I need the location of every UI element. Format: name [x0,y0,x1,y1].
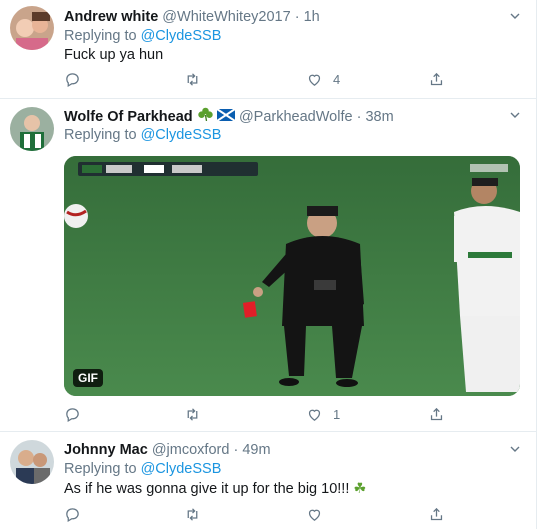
replying-to: Replying to @ClydeSSB [64,27,221,45]
shamrock-emoji: ☘ [353,481,367,497]
tweet-text: As if he was gonna give it up for the bi… [64,481,350,497]
display-name[interactable]: Johnny Mac [64,442,148,458]
share-button[interactable] [428,69,445,89]
timestamp[interactable]: 49m [242,442,270,458]
retweet-icon [187,507,198,521]
share-icon [430,407,443,420]
chevron-down-icon[interactable] [509,10,521,22]
retweet-button[interactable] [184,69,201,89]
reply-icon [66,407,79,422]
flag-emojis [197,107,239,124]
gif-badge: GIF [73,369,103,387]
tweet-actions: 4 [64,69,464,89]
tweet-header: Andrew white @WhiteWhitey2017 · 1h [64,8,320,26]
like-button[interactable] [306,504,323,524]
mention-link[interactable]: @ClydeSSB [141,461,222,477]
share-button[interactable] [428,404,445,424]
avatar[interactable] [10,6,54,50]
retweet-icon [187,72,198,86]
replying-to: Replying to @ClydeSSB [64,460,221,478]
separator-dot: · [233,442,239,458]
tweet-actions [64,504,464,524]
like-icon [308,409,321,421]
tweet-text-line: As if he was gonna give it up for the bi… [64,480,366,498]
share-icon [430,507,443,520]
chevron-down-icon[interactable] [509,443,521,455]
tweet-3[interactable]: Johnny Mac @jmcoxford · 49m Replying to … [0,432,536,529]
like-button[interactable]: 4 [306,69,340,89]
shamrock-icon [197,107,213,122]
share-button[interactable] [428,504,445,524]
replying-to: Replying to @ClydeSSB [64,126,221,144]
like-count: 4 [333,71,341,87]
tweet-header: Johnny Mac @jmcoxford · 49m [64,441,271,459]
tweet-actions: 1 [64,404,464,424]
scotland-flag-icon [216,108,236,122]
mention-link[interactable]: @ClydeSSB [141,127,222,143]
like-icon [308,74,321,86]
display-name[interactable]: Andrew white [64,9,158,25]
mention-link[interactable]: @ClydeSSB [141,28,222,44]
share-icon [430,72,443,85]
replying-prefix: Replying to [64,461,141,477]
replying-prefix: Replying to [64,28,141,44]
timestamp[interactable]: 1h [304,9,320,25]
gif-media[interactable]: GIF [64,156,520,396]
avatar[interactable] [10,107,54,151]
display-name[interactable]: Wolfe Of Parkhead [64,109,193,125]
user-handle[interactable]: @jmcoxford [152,442,230,458]
reply-button[interactable] [64,404,81,424]
avatar[interactable] [10,440,54,484]
retweet-icon [187,407,198,421]
reply-button[interactable] [64,504,81,524]
reply-icon [66,72,79,87]
tweet-1[interactable]: Andrew white @WhiteWhitey2017 · 1h Reply… [0,0,536,99]
user-handle[interactable]: @WhiteWhitey2017 [162,9,290,25]
referee-red-card-image [64,156,520,396]
reply-icon [66,507,79,522]
separator-dot: · [294,9,300,25]
like-icon [308,509,321,521]
separator-dot: · [356,109,362,125]
tweet-text: Fuck up ya hun [64,47,164,63]
replying-prefix: Replying to [64,127,141,143]
timestamp[interactable]: 38m [365,109,393,125]
user-handle[interactable]: @ParkheadWolfe [239,109,353,125]
like-count: 1 [333,406,341,422]
reply-button[interactable] [64,69,81,89]
like-button[interactable]: 1 [306,404,340,424]
chevron-down-icon[interactable] [509,109,521,121]
retweet-button[interactable] [184,404,201,424]
retweet-button[interactable] [184,504,201,524]
timeline-border [536,0,537,529]
tweet-header: Wolfe Of Parkhead @ParkheadWolfe · 38m [64,107,394,126]
